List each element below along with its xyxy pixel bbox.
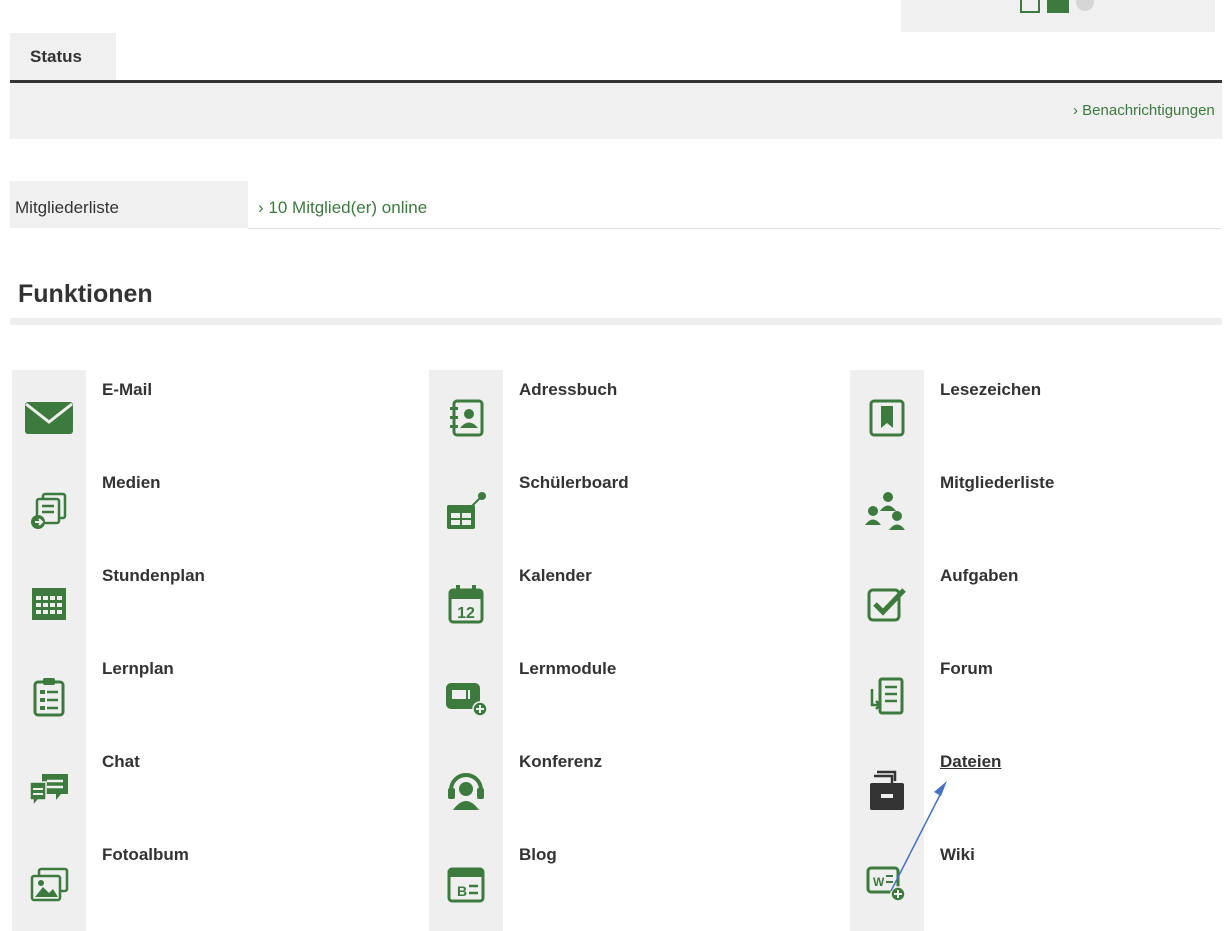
section-divider — [10, 318, 1222, 325]
tile-label[interactable]: Lernmodule — [519, 659, 616, 679]
members-label: Mitgliederliste — [10, 181, 248, 228]
forum-icon — [870, 677, 904, 715]
tile-icon-box — [850, 742, 924, 838]
tile-icon-box — [850, 370, 924, 466]
tile-label[interactable]: Konferenz — [519, 752, 602, 772]
tile-mitgliederliste[interactable]: Mitgliederliste — [850, 463, 1230, 559]
notifications-link[interactable]: › Benachrichtigungen — [1073, 102, 1214, 119]
members-online-link[interactable]: › 10 Mitglied(er) online — [258, 198, 427, 218]
tile-icon-box — [12, 463, 86, 559]
tile-icon-box — [12, 649, 86, 745]
members-icon — [865, 492, 905, 530]
headset-icon — [448, 773, 484, 810]
bookmark-icon — [869, 399, 905, 437]
members-online-label: 10 Mitglied(er) online — [268, 198, 428, 217]
file-cabinet-icon — [870, 770, 904, 810]
tile-label[interactable]: Schülerboard — [519, 473, 629, 493]
learning-module-icon — [446, 683, 488, 717]
chevron-right-icon: › — [1073, 102, 1078, 119]
tile-icon-box — [429, 463, 503, 559]
checkbox-icon — [867, 588, 906, 622]
tile-wiki[interactable]: W Wiki — [850, 835, 1230, 931]
tile-label[interactable]: Dateien — [940, 752, 1001, 772]
tile-label[interactable]: Forum — [940, 659, 993, 679]
media-icon — [31, 492, 67, 529]
wiki-icon: W — [866, 866, 906, 902]
view-icon[interactable] — [1047, 0, 1069, 14]
tile-label[interactable]: Wiki — [940, 845, 975, 865]
tile-label[interactable]: Mitgliederliste — [940, 473, 1054, 493]
tile-icon-box — [12, 370, 86, 466]
tile-label[interactable]: Medien — [102, 473, 161, 493]
tile-icon-box: W — [850, 835, 924, 931]
tile-label[interactable]: Aufgaben — [940, 566, 1018, 586]
tile-icon-box — [850, 463, 924, 559]
tile-dateien[interactable]: Dateien — [850, 742, 1230, 838]
tile-chat[interactable]: Chat — [12, 742, 392, 838]
tile-blog[interactable]: B Blog — [429, 835, 809, 931]
settings-icon[interactable] — [1075, 0, 1095, 14]
tile-label[interactable]: Lesezeichen — [940, 380, 1041, 400]
address-book-icon — [450, 399, 484, 437]
notifications-bar: › Benachrichtigungen — [10, 83, 1222, 139]
tile-email[interactable]: E-Mail — [12, 370, 392, 466]
tile-label[interactable]: Blog — [519, 845, 557, 865]
tile-icon-box — [850, 649, 924, 745]
svg-text:W: W — [873, 875, 885, 889]
calendar-icon: 12 — [448, 585, 484, 624]
tile-icon-box — [12, 556, 86, 652]
tile-label[interactable]: Adressbuch — [519, 380, 617, 400]
section-title-functions: Funktionen — [18, 280, 153, 308]
tile-aufgaben[interactable]: Aufgaben — [850, 556, 1230, 652]
tile-adressbuch[interactable]: Adressbuch — [429, 370, 809, 466]
members-divider — [248, 228, 1222, 229]
tile-icon-box: 12 — [429, 556, 503, 652]
tile-medien[interactable]: Medien — [12, 463, 392, 559]
tile-lesezeichen[interactable]: Lesezeichen — [850, 370, 1230, 466]
chevron-right-icon: › — [258, 198, 264, 217]
tile-label[interactable]: Stundenplan — [102, 566, 205, 586]
tile-schuelerboard[interactable]: Schülerboard — [429, 463, 809, 559]
tile-icon-box — [12, 835, 86, 931]
pinboard-icon — [447, 492, 486, 529]
tile-forum[interactable]: Forum — [850, 649, 1230, 745]
tile-icon-box — [850, 556, 924, 652]
tile-icon-box — [429, 742, 503, 838]
chat-icon — [29, 774, 68, 808]
tile-lernplan[interactable]: Lernplan — [12, 649, 392, 745]
tab-status[interactable]: Status — [10, 33, 116, 80]
tile-label[interactable]: Fotoalbum — [102, 845, 189, 865]
tile-icon-box: B — [429, 835, 503, 931]
tile-label[interactable]: Kalender — [519, 566, 592, 586]
tile-lernmodule[interactable]: Lernmodule — [429, 649, 809, 745]
svg-text:B: B — [457, 883, 467, 899]
tile-konferenz[interactable]: Konferenz — [429, 742, 809, 838]
tile-icon-box — [12, 742, 86, 838]
tile-icon-box — [429, 370, 503, 466]
notifications-label: Benachrichtigungen — [1082, 102, 1214, 119]
tile-stundenplan[interactable]: Stundenplan — [12, 556, 392, 652]
blog-icon: B — [447, 867, 485, 903]
calendar-day-label: 12 — [457, 605, 475, 622]
timetable-icon — [32, 588, 66, 620]
tile-kalender[interactable]: 12 Kalender — [429, 556, 809, 652]
top-toolbar — [901, 0, 1215, 32]
tile-label[interactable]: Chat — [102, 752, 140, 772]
photo-album-icon — [30, 867, 69, 902]
edit-icon[interactable] — [1019, 0, 1041, 14]
tile-fotoalbum[interactable]: Fotoalbum — [12, 835, 392, 931]
tile-label[interactable]: E-Mail — [102, 380, 152, 400]
tile-icon-box — [429, 649, 503, 745]
tile-label[interactable]: Lernplan — [102, 659, 174, 679]
clipboard-icon — [33, 678, 65, 717]
envelope-icon — [25, 402, 73, 434]
